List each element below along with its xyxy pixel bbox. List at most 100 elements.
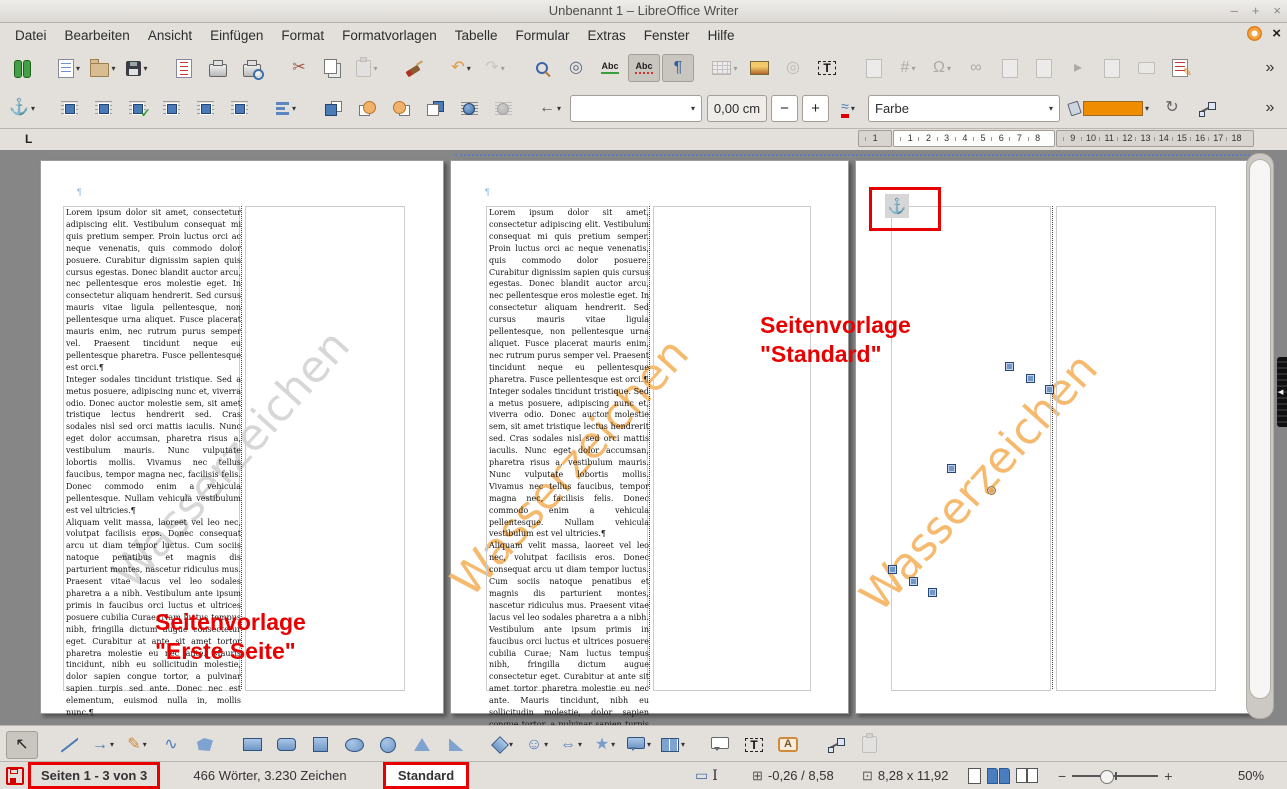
object-position-field[interactable]: ⊞ -0,26 / 8,58 [752,762,834,789]
menu-hilfe[interactable]: Hilfe [699,25,744,46]
page-2[interactable]: Wasserzeichen ¶ Lorem ipsum dolor sit am… [450,160,849,714]
arrow-style-dropdown-arrow[interactable]: ▾ [557,104,561,113]
fill-color-button[interactable]: ▾ [1064,94,1154,122]
redo-dropdown-arrow[interactable]: ▾ [501,64,505,73]
symbol-shapes-dropdown-arrow[interactable]: ▾ [544,740,548,749]
libreoffice-customization-icon[interactable] [1247,26,1262,41]
menu-formatvorlagen[interactable]: Formatvorlagen [333,25,446,46]
frame-overflow-button[interactable]: » [1254,94,1286,122]
insert-line-button[interactable] [53,731,85,759]
right-triangle-button[interactable] [440,731,472,759]
polygon-button[interactable] [189,731,221,759]
menu-extras[interactable]: Extras [579,25,635,46]
square-button[interactable] [304,731,336,759]
selection-mode-field[interactable]: ▭ I [695,762,718,789]
menu-formular[interactable]: Formular [507,25,579,46]
find-and-replace-button[interactable] [526,54,558,82]
line-ends-arrow-dropdown-arrow[interactable]: ▾ [110,740,114,749]
selection-handle[interactable] [1045,385,1054,394]
anchor-dropdown-arrow[interactable]: ▾ [31,104,35,113]
zoom-in-button[interactable]: + [1164,768,1172,784]
selection-handle[interactable] [1005,362,1014,371]
page-style-field[interactable]: Standard [383,762,469,789]
zoom-slider[interactable] [1072,769,1158,783]
flowchart-shapes-dropdown-arrow[interactable]: ▾ [681,740,685,749]
zoom-slider-knob[interactable] [1100,770,1114,784]
page-3[interactable]: Wasserzeichen [855,160,1254,714]
close-document-button[interactable]: × [1272,26,1281,41]
stars-banners-button[interactable]: ★▾ [589,731,621,759]
new-document-dropdown-arrow[interactable]: ▾ [76,64,80,73]
undo-button[interactable]: ↶▾ [445,54,477,82]
block-arrows-dropdown-arrow[interactable]: ▾ [578,740,582,749]
tab-stop-selector[interactable]: L [25,131,41,147]
selection-handle[interactable] [909,577,918,586]
insert-image-button[interactable] [743,54,775,82]
line-style-select[interactable]: ▾ [570,95,702,122]
horizontal-ruler[interactable]: 1123456789101112131415161718 [858,130,1255,147]
decrease-width-button[interactable]: − [771,95,798,122]
wrap-through-button[interactable] [223,94,255,122]
points-button[interactable] [819,731,851,759]
menu-datei[interactable]: Datei [6,25,56,46]
fontwork-button[interactable]: A [772,731,804,759]
insert-field-dropdown-arrow[interactable]: ▾ [911,64,915,73]
minimize-button[interactable]: – [1231,0,1238,22]
cut-button[interactable]: ✂ [283,54,315,82]
text-box-button[interactable]: T [738,731,770,759]
scrollbar-thumb[interactable] [1249,159,1271,699]
copy-button[interactable] [317,54,349,82]
select-button[interactable]: ↖ [6,731,38,759]
arrow-style-button[interactable]: ←▾ [534,94,566,122]
book-view-button[interactable] [1016,768,1038,783]
wrap-left-button[interactable] [155,94,187,122]
border-width-input[interactable]: 0,00 cm [707,95,767,122]
save-dropdown-arrow[interactable]: ▾ [143,64,147,73]
wrap-off-button[interactable] [53,94,85,122]
block-arrows-button[interactable]: ⇔▾ [555,731,587,759]
border-color-button[interactable]: ≈ ▾ [832,94,864,122]
callout-button[interactable] [704,731,736,759]
selection-handle[interactable] [888,565,897,574]
freeform-line-button[interactable]: ✎▾ [121,731,153,759]
find-toolbar-button[interactable] [6,54,38,82]
close-button[interactable]: × [1273,0,1281,22]
menu-bearbeiten[interactable]: Bearbeiten [56,25,139,46]
object-size-field[interactable]: ⊡ 8,28 x 11,92 [862,762,949,789]
selection-handle[interactable] [1026,374,1035,383]
new-document-button[interactable]: ▾ [53,54,85,82]
wrap-right-button[interactable] [189,94,221,122]
callout-shapes-dropdown-arrow[interactable]: ▾ [647,740,651,749]
standard-overflow-button[interactable]: » [1254,54,1286,82]
callout-shapes-button[interactable]: ▾ [623,731,655,759]
rounded-rectangle-button[interactable] [270,731,302,759]
bring-to-front-button[interactable] [317,94,349,122]
title-bar[interactable]: Unbenannt 1 – LibreOffice Writer – + × [0,0,1287,23]
increase-width-button[interactable]: + [802,95,829,122]
document-canvas[interactable]: Wasserzeichen ¶ Lorem ipsum dolor sit am… [0,150,1287,725]
page-count-field[interactable]: Seiten 1 - 3 von 3 [28,762,160,789]
spelling-button[interactable]: Abc [594,54,626,82]
insert-table-dropdown-arrow[interactable]: ▾ [733,64,737,73]
column-text[interactable]: Lorem ipsum dolor sit amet, consectetur … [486,206,652,691]
export-pdf-button[interactable] [168,54,200,82]
basic-shapes-button[interactable]: ▾ [487,731,519,759]
insert-special-character-dropdown-arrow[interactable]: ▾ [947,64,951,73]
align-objects-dropdown-arrow[interactable]: ▾ [292,104,296,113]
open-dropdown-arrow[interactable]: ▾ [111,64,115,73]
ellipse-button[interactable] [338,731,370,759]
paste-dropdown-arrow[interactable]: ▾ [373,64,377,73]
unsaved-changes-icon[interactable] [6,767,24,785]
edit-points-button[interactable] [1190,94,1222,122]
stars-banners-dropdown-arrow[interactable]: ▾ [611,740,615,749]
clone-formatting-button[interactable] [398,54,430,82]
align-objects-button[interactable]: ▾ [270,94,302,122]
multi-page-view-button[interactable] [987,768,1010,784]
rectangle-button[interactable] [236,731,268,759]
sidebar-show-handle[interactable] [1277,357,1287,427]
send-to-back-button[interactable] [419,94,451,122]
menu-fenster[interactable]: Fenster [635,25,699,46]
rotation-center-handle[interactable] [987,486,996,495]
symbol-shapes-button[interactable]: ☺▾ [521,731,553,759]
menu-tabelle[interactable]: Tabelle [446,25,507,46]
